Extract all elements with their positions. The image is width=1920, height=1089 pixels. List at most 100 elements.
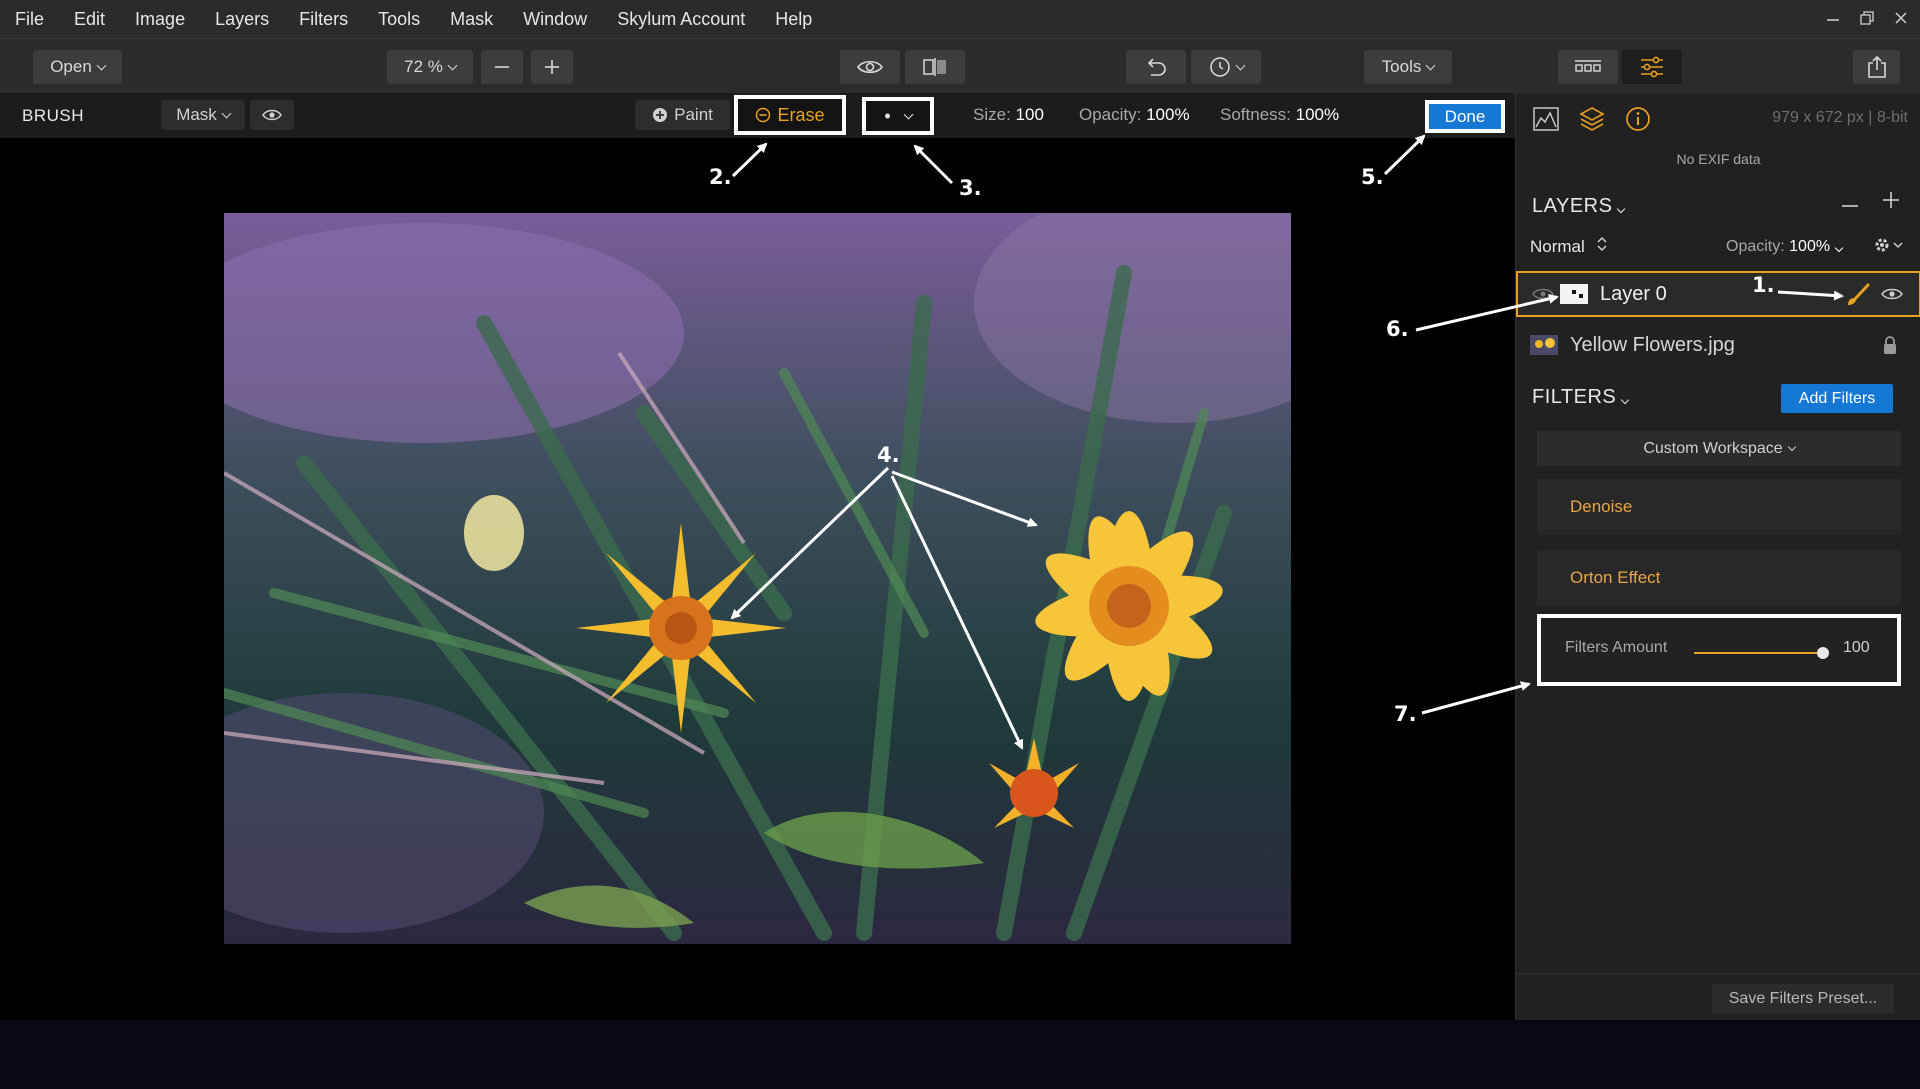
layers-tab[interactable] xyxy=(1578,105,1606,133)
menu-tools[interactable]: Tools xyxy=(363,9,435,30)
compare-button[interactable] xyxy=(905,50,965,84)
menu-file[interactable]: File xyxy=(0,9,59,30)
layer-row-yellow-flowers[interactable]: Yellow Flowers.jpg xyxy=(1516,322,1920,368)
save-filters-preset-button[interactable]: Save Filters Preset... xyxy=(1712,984,1894,1013)
paint-button[interactable]: Paint xyxy=(635,100,730,130)
updown-icon xyxy=(1597,236,1607,252)
done-button[interactable]: Done xyxy=(1425,100,1505,133)
softness-value: 100% xyxy=(1295,105,1340,124)
split-view-icon xyxy=(923,58,946,76)
gear-icon[interactable] xyxy=(1873,236,1903,254)
softness-control[interactable]: Softness: 100% xyxy=(1220,105,1339,125)
filters-amount-slider-handle[interactable] xyxy=(1817,647,1829,659)
erase-button[interactable]: Erase xyxy=(734,95,846,135)
main-toolbar: Open 72 % Tools xyxy=(0,38,1920,93)
zoom-out-button[interactable] xyxy=(481,50,523,84)
window-controls xyxy=(1826,8,1908,28)
minus-icon xyxy=(495,66,509,68)
info-icon xyxy=(1626,107,1650,131)
eye-hidden-icon[interactable] xyxy=(1532,287,1554,301)
opacity-value: 100% xyxy=(1146,105,1190,124)
menu-mask[interactable]: Mask xyxy=(435,9,508,30)
filter-orton-effect[interactable]: Orton Effect xyxy=(1537,550,1901,606)
filters-header[interactable]: FILTERS xyxy=(1532,386,1630,409)
chevron-down-icon xyxy=(1621,395,1630,405)
brush-mode-label: BRUSH xyxy=(22,106,85,125)
annotation-2: 2. xyxy=(709,165,732,189)
add-filters-button[interactable]: Add Filters xyxy=(1781,384,1893,413)
restore-icon[interactable] xyxy=(1860,8,1874,28)
menu-layers[interactable]: Layers xyxy=(200,9,284,30)
size-control[interactable]: Size: 100 xyxy=(973,105,1044,125)
blend-mode-select[interactable]: Normal xyxy=(1530,236,1608,257)
workspace-label: Custom Workspace xyxy=(1643,439,1783,457)
eye-icon[interactable] xyxy=(1881,287,1903,301)
histogram-icon xyxy=(1533,107,1559,131)
share-icon xyxy=(1867,55,1886,78)
done-label: Done xyxy=(1444,106,1486,126)
menu-skylum-account[interactable]: Skylum Account xyxy=(602,9,760,30)
tools-dropdown[interactable]: Tools xyxy=(1364,50,1452,84)
menu-image[interactable]: Image xyxy=(120,9,200,30)
undo-button[interactable] xyxy=(1126,50,1186,84)
panel-divider xyxy=(1516,973,1920,974)
share-button[interactable] xyxy=(1853,50,1900,84)
layers-icon xyxy=(1579,107,1605,131)
menu-filters[interactable]: Filters xyxy=(284,9,363,30)
chevron-down-icon xyxy=(903,109,914,119)
chevron-down-icon xyxy=(1834,243,1844,253)
adjustments-button[interactable] xyxy=(1622,50,1682,84)
opacity-control[interactable]: Opacity: 100% xyxy=(1079,105,1190,125)
mask-visibility-button[interactable] xyxy=(250,100,294,130)
canvas-area[interactable] xyxy=(0,138,1515,1020)
photo-canvas[interactable] xyxy=(224,213,1291,944)
zoom-in-button[interactable] xyxy=(531,50,573,84)
histogram-tab[interactable] xyxy=(1532,105,1560,133)
chevron-down-icon xyxy=(447,60,458,70)
close-icon[interactable] xyxy=(1894,8,1908,28)
layer-opacity-control[interactable]: Opacity: 100% xyxy=(1726,238,1844,256)
eye-icon xyxy=(262,109,282,121)
flowers-photo xyxy=(224,213,1291,944)
brush-options-bar: BRUSH Mask Paint Erase • Size: 100 Opaci… xyxy=(0,93,1515,138)
menu-window[interactable]: Window xyxy=(508,9,602,30)
add-layer-icon[interactable] xyxy=(1882,191,1900,209)
exif-text: No EXIF data xyxy=(1676,151,1761,167)
layers-header[interactable]: LAYERS xyxy=(1532,195,1626,218)
filmstrip-area-right xyxy=(1515,1020,1920,1089)
open-button[interactable]: Open xyxy=(33,50,122,84)
annotation-3: 3. xyxy=(959,176,982,200)
remove-layer-icon[interactable] xyxy=(1841,197,1859,215)
preview-button[interactable] xyxy=(840,50,900,84)
size-value: 100 xyxy=(1015,105,1044,124)
filters-amount-control: Filters Amount 100 xyxy=(1537,614,1901,686)
menu-edit[interactable]: Edit xyxy=(59,9,120,30)
filmstrip-button[interactable] xyxy=(1558,50,1618,84)
history-button[interactable] xyxy=(1191,50,1261,84)
brush-shape-dropdown[interactable]: • xyxy=(862,97,934,135)
chevron-down-icon xyxy=(1235,60,1245,70)
chevron-down-icon xyxy=(221,108,232,118)
eye-icon xyxy=(857,60,883,74)
mask-dropdown[interactable]: Mask xyxy=(161,100,245,130)
menu-help[interactable]: Help xyxy=(760,9,827,30)
filter-denoise[interactable]: Denoise xyxy=(1537,479,1901,535)
minimize-icon[interactable] xyxy=(1826,8,1840,28)
annotation-1: 1. xyxy=(1752,273,1775,297)
zoom-dropdown[interactable]: 72 % xyxy=(387,50,473,84)
chevron-down-icon xyxy=(1787,442,1796,451)
info-tab[interactable] xyxy=(1624,105,1652,133)
layer-row-layer-0[interactable]: Layer 0 xyxy=(1516,271,1920,317)
annotation-5: 5. xyxy=(1361,165,1384,189)
chevron-down-icon xyxy=(1425,60,1436,70)
layer-thumbnail xyxy=(1530,335,1558,355)
blend-mode-value: Normal xyxy=(1530,237,1585,256)
annotation-7: 7. xyxy=(1394,702,1417,726)
filmstrip-icon xyxy=(1575,60,1601,72)
size-label: Size: xyxy=(973,105,1011,124)
tools-label: Tools xyxy=(1381,57,1422,76)
workspace-dropdown[interactable]: Custom Workspace xyxy=(1537,431,1901,466)
filters-title: FILTERS xyxy=(1532,386,1617,408)
brush-icon[interactable] xyxy=(1844,283,1870,309)
filters-amount-slider-track[interactable] xyxy=(1694,652,1817,654)
